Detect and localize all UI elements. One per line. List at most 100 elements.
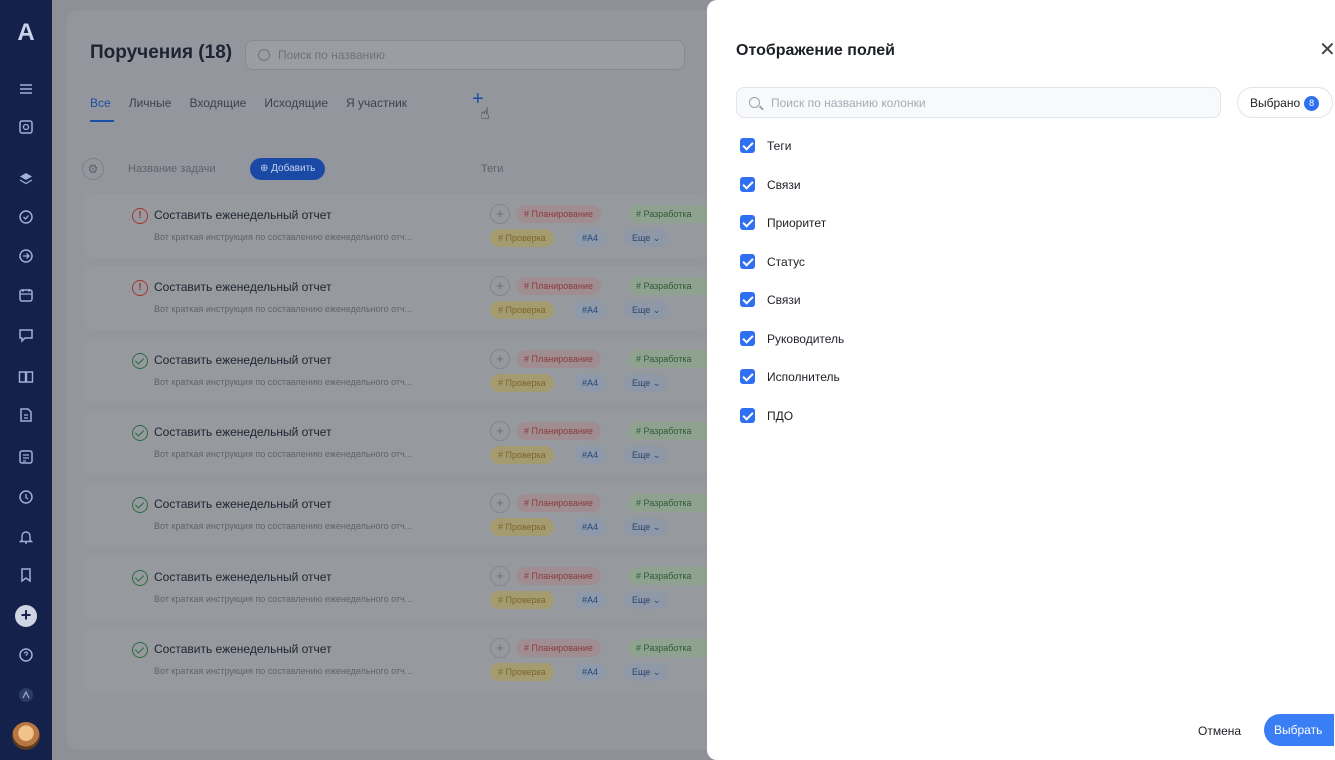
tag-review[interactable]: # Проверка xyxy=(490,662,554,681)
task-row[interactable]: Составить еженедельный отчет Вот краткая … xyxy=(84,555,708,620)
column-search-input[interactable] xyxy=(771,88,1211,117)
tab-participant[interactable]: Я участник xyxy=(346,96,407,110)
field-option[interactable]: Исполнитель xyxy=(740,367,844,406)
checkbox-checked-icon[interactable] xyxy=(740,369,755,384)
field-option-label: Связи xyxy=(767,293,801,307)
tag-a4[interactable]: #А4 xyxy=(574,445,607,464)
column-search-field[interactable] xyxy=(736,87,1221,118)
tag-development[interactable]: # Разработка xyxy=(628,277,708,296)
tag-development[interactable]: # Разработка xyxy=(628,205,708,223)
tag-a4[interactable]: #А4 xyxy=(574,301,607,320)
task-row[interactable]: Составить еженедельный отчет Вот краткая … xyxy=(84,483,708,548)
task-description: Вот краткая инструкция по составлению еж… xyxy=(154,232,413,242)
checkbox-checked-icon[interactable] xyxy=(740,330,755,346)
add-tag-icon[interactable]: + xyxy=(490,204,510,224)
add-tag-icon[interactable]: + xyxy=(490,348,510,369)
more-tags-button[interactable]: Еще ⌄ xyxy=(624,445,669,464)
tag-review[interactable]: # Проверка xyxy=(490,373,554,392)
checkbox-checked-icon[interactable] xyxy=(740,176,755,192)
chat-icon[interactable] xyxy=(17,326,35,344)
task-row[interactable]: ! Составить еженедельный отчет Вот краткая… xyxy=(84,194,708,258)
field-option[interactable]: Статус xyxy=(740,252,844,291)
add-tag-icon[interactable]: + xyxy=(490,493,510,514)
field-option[interactable]: Руководитель xyxy=(740,329,844,368)
arrow-circle-icon[interactable] xyxy=(17,247,35,265)
tag-development[interactable]: # Разработка xyxy=(628,638,708,657)
more-tags-button[interactable]: Еще ⌄ xyxy=(624,518,669,537)
cancel-button[interactable]: Отмена xyxy=(1198,724,1241,738)
book-icon[interactable] xyxy=(17,368,35,386)
tab-incoming[interactable]: Входящие xyxy=(189,96,246,110)
bookmark-icon[interactable] xyxy=(17,566,35,584)
bell-icon[interactable] xyxy=(17,528,35,546)
add-tag-icon[interactable]: + xyxy=(490,637,510,658)
tag-planning[interactable]: # Планирование xyxy=(516,494,601,513)
tag-development[interactable]: # Разработка xyxy=(628,494,708,513)
task-row[interactable]: Составить еженедельный отчет Вот краткая … xyxy=(84,410,708,475)
add-tag-icon[interactable]: + xyxy=(490,565,510,586)
tag-planning[interactable]: # Планирование xyxy=(516,421,601,440)
task-row[interactable]: ! Составить еженедельный отчет Вот краткая… xyxy=(84,266,708,331)
checkbox-checked-icon[interactable] xyxy=(740,215,755,230)
field-option[interactable]: Приоритет xyxy=(740,213,844,252)
table-settings-icon[interactable]: ⚙ xyxy=(82,158,104,180)
tag-a4[interactable]: #А4 xyxy=(574,229,607,247)
menu-icon[interactable] xyxy=(17,80,35,98)
checkbox-checked-icon[interactable] xyxy=(740,292,755,307)
help-icon[interactable] xyxy=(17,646,35,664)
checkbox-checked-icon[interactable] xyxy=(740,253,755,269)
tag-review[interactable]: # Проверка xyxy=(490,590,554,609)
task-row[interactable]: Составить еженедельный отчет Вот краткая … xyxy=(84,627,708,692)
more-tags-button[interactable]: Еще ⌄ xyxy=(624,662,669,681)
tag-review[interactable]: # Проверка xyxy=(490,445,554,464)
tag-development[interactable]: # Разработка xyxy=(628,566,708,585)
confirm-button[interactable]: Выбрать xyxy=(1264,714,1334,746)
close-icon[interactable]: ✕ xyxy=(1319,40,1335,60)
report-icon[interactable] xyxy=(17,448,35,466)
tag-development[interactable]: # Разработка xyxy=(628,349,708,368)
more-tags-button[interactable]: Еще ⌄ xyxy=(624,590,669,609)
add-tag-icon[interactable]: + xyxy=(490,276,510,297)
user-avatar[interactable] xyxy=(12,722,40,750)
add-tag-icon[interactable]: + xyxy=(490,420,510,441)
field-option[interactable]: Связи xyxy=(740,290,844,329)
tab-all[interactable]: Все xyxy=(90,96,111,110)
checkbox-checked-icon[interactable] xyxy=(740,407,755,423)
more-tags-button[interactable]: Еще ⌄ xyxy=(624,301,669,320)
tag-planning[interactable]: # Планирование xyxy=(516,349,601,368)
tag-review[interactable]: # Проверка xyxy=(490,518,554,537)
selected-filter-button[interactable]: Выбрано 8 xyxy=(1237,87,1333,118)
tag-planning[interactable]: # Планирование xyxy=(516,277,601,296)
tab-outgoing[interactable]: Исходящие xyxy=(264,96,328,110)
layers-icon[interactable] xyxy=(17,170,35,188)
document-icon[interactable] xyxy=(17,406,35,424)
field-option[interactable]: ПДО xyxy=(740,406,844,445)
app-logo[interactable]: A xyxy=(14,21,38,45)
tag-development[interactable]: # Разработка xyxy=(628,421,708,440)
page-title: Поручения (18) xyxy=(90,42,233,63)
tag-review[interactable]: # Проверка xyxy=(490,229,554,247)
search-panel-icon[interactable] xyxy=(17,118,35,136)
tag-a4[interactable]: #А4 xyxy=(574,590,607,609)
field-option[interactable]: Теги xyxy=(740,136,844,175)
tag-a4[interactable]: #А4 xyxy=(574,518,607,537)
more-tags-label: Еще xyxy=(632,522,651,533)
tag-a4[interactable]: #А4 xyxy=(574,373,607,392)
calendar-icon[interactable] xyxy=(17,286,35,304)
clock-icon[interactable] xyxy=(17,488,35,506)
tasks-icon[interactable] xyxy=(17,208,35,226)
tag-planning[interactable]: # Планирование xyxy=(516,205,601,223)
tag-review[interactable]: # Проверка xyxy=(490,301,554,320)
more-tags-button[interactable]: Еще ⌄ xyxy=(624,229,669,247)
add-task-button[interactable]: ⊕ Добавить xyxy=(250,158,326,180)
tab-personal[interactable]: Личные xyxy=(129,96,172,110)
create-plus-icon[interactable]: + xyxy=(15,605,37,627)
field-option[interactable]: Связи xyxy=(740,175,844,214)
tag-planning[interactable]: # Планирование xyxy=(516,566,601,585)
page-search-input[interactable]: Поиск по названию xyxy=(245,40,685,70)
tag-planning[interactable]: # Планирование xyxy=(516,638,601,657)
checkbox-checked-icon[interactable] xyxy=(740,138,755,153)
task-row[interactable]: Составить еженедельный отчет Вот краткая … xyxy=(84,338,708,403)
more-tags-button[interactable]: Еще ⌄ xyxy=(624,373,669,392)
tag-a4[interactable]: #А4 xyxy=(574,662,607,681)
